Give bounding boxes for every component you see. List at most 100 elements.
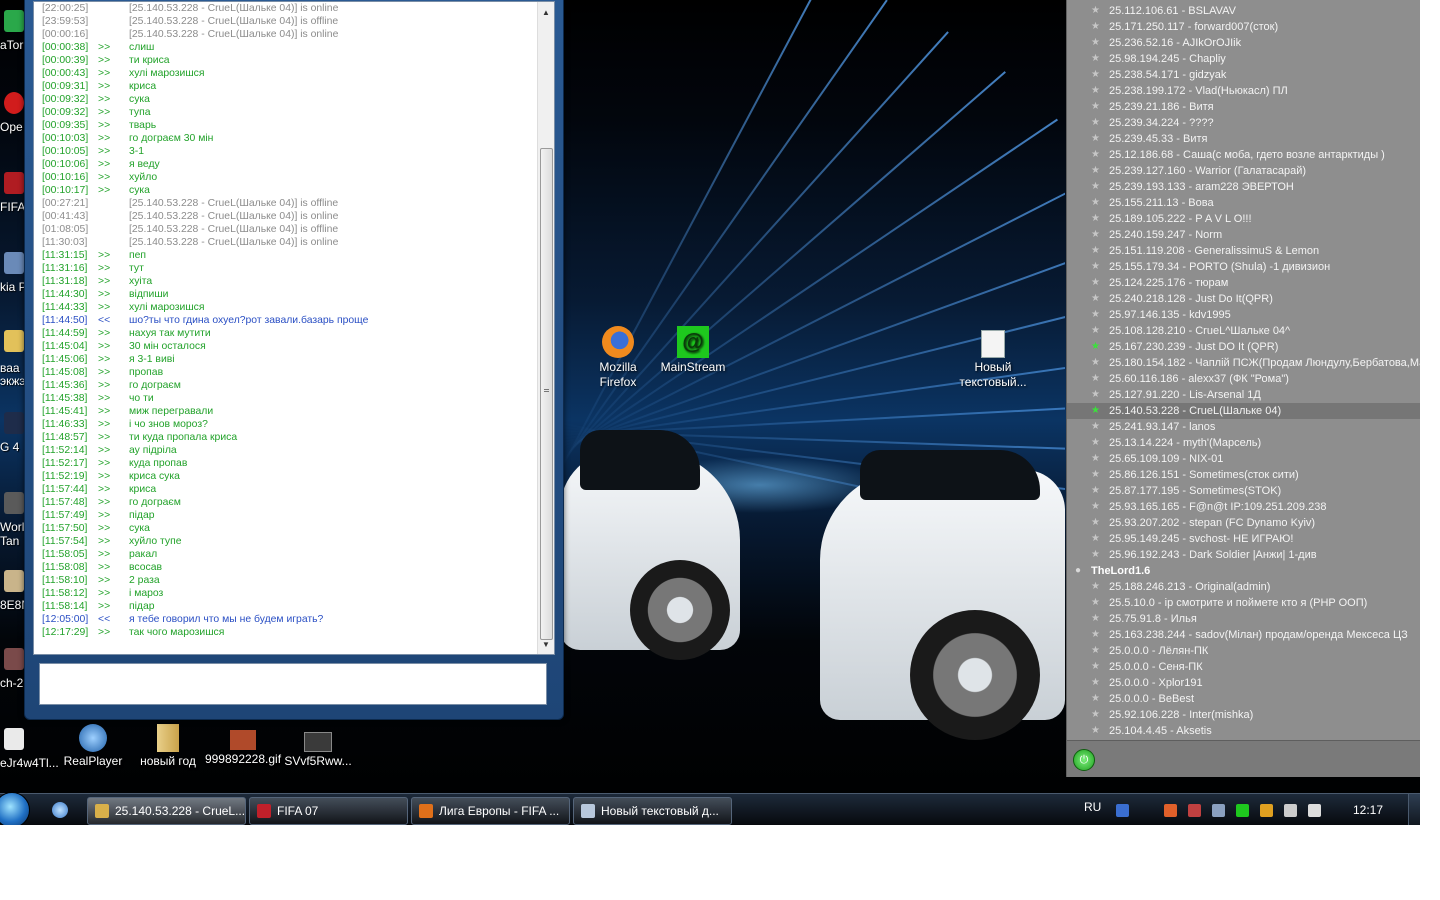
contact-item[interactable]: ★ 25.239.34.224 - ???? (1067, 115, 1420, 131)
taskbar-button[interactable]: FIFA 07 (249, 797, 408, 825)
desktop-icon-utorrent[interactable]: aTorr (0, 8, 27, 52)
contact-item[interactable]: ★ 25.241.93.147 - lanos (1067, 419, 1420, 435)
taskbar-button[interactable]: 25.140.53.228 - CrueL... (87, 797, 246, 825)
contact-item[interactable]: ★ 25.12.186.68 - Саша(с моба, гдето возле… (1067, 147, 1420, 163)
antivirus-icon[interactable] (1188, 804, 1201, 817)
contact-item[interactable]: ★ 25.240.159.247 - Norm (1067, 227, 1420, 243)
contact-item[interactable]: ★ 25.239.127.160 - Warrior (Галатасарай) (1067, 163, 1420, 179)
volume-icon[interactable] (1308, 804, 1321, 817)
contact-item[interactable]: ★ 25.127.91.220 - Lis-Arsenal 1Д (1067, 387, 1420, 403)
contact-item[interactable]: ★ 25.95.149.245 - svchost- НЕ ИГРАЮ! (1067, 531, 1420, 547)
desktop-icon-mainstream[interactable]: @ MainStream (653, 326, 733, 375)
language-indicator[interactable]: RU (1084, 800, 1101, 814)
contact-item[interactable]: ★ 25.188.246.213 - Original(admin) (1067, 579, 1420, 595)
contact-item[interactable]: ★ 25.236.52.16 - AJIkOrOJIik (1067, 35, 1420, 51)
contact-item[interactable]: ★ 25.98.194.245 - Chapliy (1067, 51, 1420, 67)
desktop-icon-image-2[interactable]: ch-21 (0, 646, 30, 690)
show-desktop-button[interactable] (1408, 794, 1420, 825)
contact-item[interactable]: ★ 25.163.238.244 - sadov(Мілан) продам/ор… (1067, 627, 1420, 643)
desktop-icon-text-file[interactable]: Новый текстовый... (953, 330, 1033, 390)
contact-item[interactable]: ★ 25.239.21.186 - Витя (1067, 99, 1420, 115)
contact-item[interactable]: ★ 25.155.179.34 - PORTO (Shula) -1 дивизи… (1067, 259, 1420, 275)
desktop-icon-fifa[interactable]: FIFA (0, 170, 26, 214)
contact-item[interactable]: ★ 25.60.116.186 - alexx37 (ФК "Рома") (1067, 371, 1420, 387)
mainstream-tray-icon[interactable] (1236, 804, 1249, 817)
contact-item[interactable]: ★ 25.93.165.165 - F@n@t IP:109.251.209.23… (1067, 499, 1420, 515)
scroll-up-arrow-icon[interactable]: ▲ (538, 6, 554, 20)
contact-label: 25.140.53.228 - CrueL(Шальке 04) (1109, 405, 1282, 417)
desktop-icon-world-of-tanks[interactable]: Worl Tan (0, 490, 26, 548)
desktop-icon-folder-1[interactable]: ваа экжэ (0, 328, 26, 388)
contact-item[interactable]: ★ 25.0.0.0 - Сеня-ПК (1067, 659, 1420, 675)
contact-item[interactable]: ★ 25.0.0.0 - Xplor191 (1067, 675, 1420, 691)
contact-item[interactable]: ★ 25.140.53.228 - CrueL(Шальке 04) (1067, 403, 1420, 419)
contact-group-header[interactable]: ● TheLord1.6 (1067, 563, 1420, 579)
message-text: тварь (129, 120, 157, 131)
safely-remove-icon[interactable] (1284, 804, 1297, 817)
contact-item[interactable]: ★ 25.167.230.239 - Just DO It (QPR) (1067, 339, 1420, 355)
message-timestamp: [00:10:16] (42, 172, 89, 183)
contact-item[interactable]: ★ 25.112.106.61 - BSLAVAV (1067, 3, 1420, 19)
contact-item[interactable]: ★ 25.239.45.33 - Витя (1067, 131, 1420, 147)
contact-item[interactable]: ★ 25.0.0.0 - BeBest (1067, 691, 1420, 707)
message-text: я 3-1 виві (129, 354, 175, 365)
desktop-icon-image-3[interactable]: eJr4w4Tl... (0, 726, 60, 770)
desktop-icon-nokia[interactable]: kia P (0, 250, 27, 294)
contact-item[interactable]: ★ 25.96.192.243 - Dark Soldier |Анжи| 1-д… (1067, 547, 1420, 563)
chat-message-row: [00:09:32] >> сука (34, 93, 537, 106)
desktop-icon-realplayer[interactable]: RealPlayer (53, 724, 133, 769)
tools-icon[interactable] (1212, 804, 1225, 817)
contact-item[interactable]: ★ 25.97.146.135 - kdv1995 (1067, 307, 1420, 323)
chat-message-input[interactable] (39, 663, 547, 705)
desktop-icon-svvf[interactable]: SVvf5Rww... (278, 724, 358, 769)
desktop-icon-psp[interactable]: G 4 (0, 410, 26, 454)
contact-item[interactable]: ★ 25.86.126.151 - Sometimes(сток сити) (1067, 467, 1420, 483)
desktop-icon-opera[interactable]: Ope (0, 90, 26, 134)
scroll-thumb[interactable] (540, 148, 553, 640)
contact-item[interactable]: ★ 25.108.128.210 - CrueL^Шальке 04^ (1067, 323, 1420, 339)
sync-icon[interactable] (1260, 804, 1273, 817)
desktop-icon-folder-new-year[interactable]: новый год (128, 724, 208, 769)
contact-item[interactable]: ★ 25.13.14.224 - myth'(Марсель) (1067, 435, 1420, 451)
chat-message-row: [11:52:19] >> криса сука (34, 470, 537, 483)
desktop-icon-firefox[interactable]: Mozilla Firefox (578, 326, 658, 390)
desktop-icon-image-1[interactable]: 8E8N (0, 568, 30, 612)
power-icon[interactable]: ⏻ (1073, 749, 1095, 771)
taskbar-button[interactable]: Лига Европы - FIFA ... (411, 797, 570, 825)
contact-item[interactable]: ★ 25.239.193.133 - aram228 ЭВЕРТОН (1067, 179, 1420, 195)
chat-message-row: [01:08:05] [25.140.53.228 - CrueL(Шальке … (34, 223, 537, 236)
contact-item[interactable]: ★ 25.171.250.117 - forward007(сток) (1067, 19, 1420, 35)
clock[interactable]: 12:17 (1353, 803, 1383, 817)
contact-item[interactable]: ★ 25.75.91.8 - Илья (1067, 611, 1420, 627)
contact-item[interactable]: ★ 25.5.10.0 - ip смотрите и поймете кто я… (1067, 595, 1420, 611)
contact-item[interactable]: ★ 25.155.211.13 - Вова (1067, 195, 1420, 211)
contact-item[interactable]: ★ 25.104.4.45 - Aksetis (1067, 723, 1420, 739)
contact-item[interactable]: ★ 25.189.105.222 - P A V L O!!! (1067, 211, 1420, 227)
message-text: [25.140.53.228 - CrueL(Шальке 04)] is on… (129, 237, 339, 248)
taskbar-button[interactable]: Новый текстовый д... (573, 797, 732, 825)
contact-item[interactable]: ★ 25.238.54.171 - gidzyak (1067, 67, 1420, 83)
contact-item[interactable]: ★ 25.240.218.128 - Just Do It(QPR) (1067, 291, 1420, 307)
quick-launch-icon[interactable] (52, 802, 68, 818)
desktop-icon-gif[interactable]: 999892228.gif (203, 724, 283, 767)
contact-label: 25.0.0.0 - Xplor191 (1109, 677, 1203, 689)
contact-item[interactable]: ★ 25.151.119.208 - GeneralissimuS & Lemon (1067, 243, 1420, 259)
contact-item[interactable]: ★ 25.92.106.228 - Inter(mishka) (1067, 707, 1420, 723)
scroll-down-arrow-icon[interactable]: ▼ (538, 638, 554, 652)
contact-item[interactable]: ★ 25.87.177.195 - Sometimes(STOK) (1067, 483, 1420, 499)
contact-label: 25.239.21.186 - Витя (1109, 101, 1214, 113)
contact-item[interactable]: ★ 25.124.225.176 - тюрам (1067, 275, 1420, 291)
contact-item[interactable]: ★ 25.93.207.202 - stepan (FC Dynamo Kyiv) (1067, 515, 1420, 531)
contact-list-footer: ⏻ (1067, 740, 1420, 777)
message-text: відпиши (129, 289, 169, 300)
contact-item[interactable]: ★ 25.238.199.172 - Vlad(Ньюкасл) ПЛ (1067, 83, 1420, 99)
contact-item[interactable]: ★ 25.0.0.0 - Лёлян-ПК (1067, 643, 1420, 659)
taskbar-app-icon (257, 804, 271, 818)
network-icon[interactable] (1116, 804, 1129, 817)
chat-scrollbar[interactable]: ▲ ▼ (537, 2, 554, 654)
start-button[interactable] (0, 792, 30, 825)
hamachi-icon[interactable] (1164, 804, 1177, 817)
message-text: [25.140.53.228 - CrueL(Шальке 04)] is on… (129, 29, 339, 40)
contact-item[interactable]: ★ 25.65.109.109 - NIX-01 (1067, 451, 1420, 467)
contact-item[interactable]: ★ 25.180.154.182 - Чаплій ПСЖ(Продам Люнд… (1067, 355, 1420, 371)
